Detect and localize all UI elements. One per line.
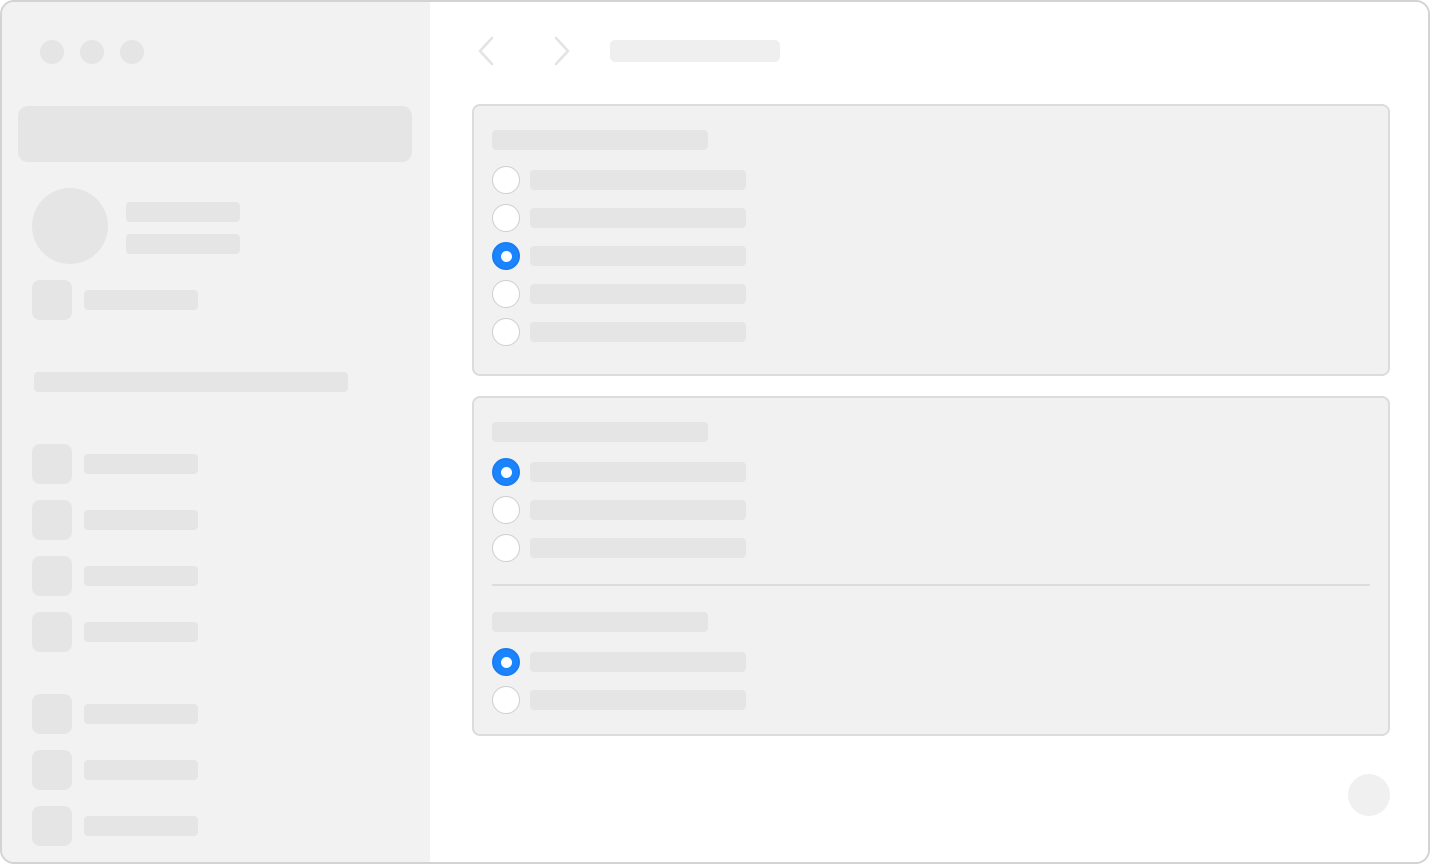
sidebar-item-icon [32,694,72,734]
sidebar-item-label [84,704,198,724]
sidebar-item-icon [32,444,72,484]
chevron-left-icon [478,36,494,66]
forward-button[interactable] [548,34,576,68]
radio-button[interactable] [492,166,520,194]
sidebar-item-icon [32,500,72,540]
sidebar-item[interactable] [32,500,232,540]
chevron-right-icon [554,36,570,66]
radio-button[interactable] [492,318,520,346]
radio-label [530,500,746,520]
sidebar-item-label [84,566,198,586]
radio-label [530,652,746,672]
sidebar-item[interactable] [32,694,232,734]
radio-group-box [472,396,1390,736]
profile-subtitle [126,234,240,254]
radio-option[interactable] [492,204,752,232]
sidebar-item-label [84,510,198,530]
radio-option[interactable] [492,458,752,486]
radio-label [530,208,746,228]
sidebar-item-label [84,454,198,474]
radio-group-box [472,104,1390,376]
help-button[interactable] [1348,774,1390,816]
sidebar-item-label [84,760,198,780]
radio-option[interactable] [492,242,752,270]
radio-button[interactable] [492,686,520,714]
radio-button[interactable] [492,496,520,524]
avatar[interactable] [32,188,108,264]
radio-option[interactable] [492,166,752,194]
sidebar-item[interactable] [32,806,232,846]
radio-option[interactable] [492,534,752,562]
sidebar-item-label [84,622,198,642]
radio-label [530,462,746,482]
radio-label [530,170,746,190]
radio-button[interactable] [492,534,520,562]
sidebar-item[interactable] [32,750,232,790]
radio-label [530,284,746,304]
radio-label [530,538,746,558]
sidebar-item-icon [32,556,72,596]
radio-label [530,246,746,266]
sidebar [2,2,430,862]
radio-button[interactable] [492,280,520,308]
main-content [430,2,1428,862]
sidebar-item-icon [32,750,72,790]
minimize-window-button[interactable] [80,40,104,64]
sidebar-item-label [84,816,198,836]
radio-button-selected[interactable] [492,458,520,486]
group-divider [492,584,1370,586]
radio-option[interactable] [492,496,752,524]
back-button[interactable] [474,34,502,68]
radio-label [530,322,746,342]
radio-option[interactable] [492,648,752,676]
sidebar-section-label [34,372,348,392]
sidebar-item[interactable] [32,612,232,652]
profile-name [126,202,240,222]
radio-label [530,690,746,710]
sidebar-item-label [84,290,198,310]
sidebar-item[interactable] [32,444,232,484]
sidebar-item-icon [32,280,72,320]
sidebar-item[interactable] [32,556,232,596]
sidebar-item-top[interactable] [32,280,232,320]
radio-option[interactable] [492,318,752,346]
group-title [492,612,708,632]
group-title [492,422,708,442]
close-window-button[interactable] [40,40,64,64]
zoom-window-button[interactable] [120,40,144,64]
settings-window [0,0,1430,864]
sidebar-item-icon [32,806,72,846]
sidebar-item-icon [32,612,72,652]
page-title [610,40,780,62]
radio-button-selected[interactable] [492,242,520,270]
radio-option[interactable] [492,686,752,714]
radio-button[interactable] [492,204,520,232]
sidebar-search-input[interactable] [18,106,412,162]
radio-button-selected[interactable] [492,648,520,676]
radio-option[interactable] [492,280,752,308]
group-title [492,130,708,150]
